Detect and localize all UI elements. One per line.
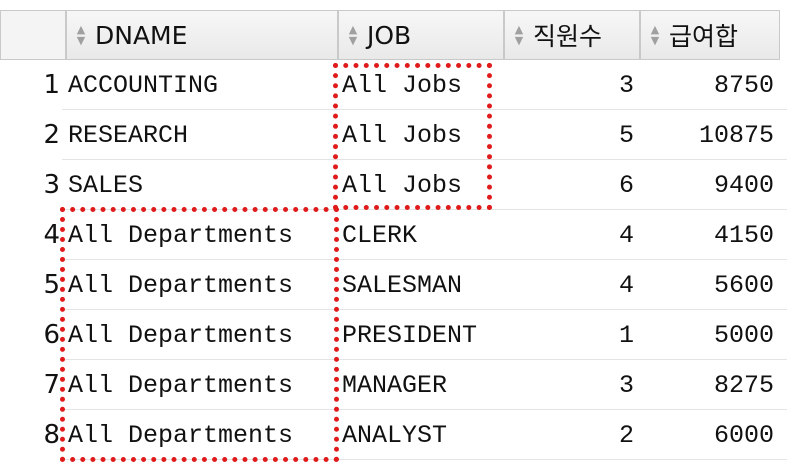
cell-job[interactable]: MANAGER — [342, 360, 502, 410]
table-row[interactable]: 7 All Departments MANAGER 3 8275 — [0, 360, 787, 410]
row-number[interactable]: 2 — [0, 110, 60, 160]
table-row[interactable]: 4 All Departments CLERK 4 4150 — [0, 210, 787, 260]
row-number[interactable]: 7 — [0, 360, 60, 410]
cell-salary-sum[interactable]: 8750 — [642, 60, 774, 110]
cell-salary-sum[interactable]: 5000 — [642, 310, 774, 360]
cell-job[interactable]: All Jobs — [342, 160, 502, 210]
sort-arrows-icon[interactable]: ▲ ▼ — [647, 21, 663, 49]
cell-dname[interactable]: ACCOUNTING — [68, 60, 336, 110]
cell-employee-count[interactable]: 3 — [506, 60, 634, 110]
sort-arrows-icon[interactable]: ▲ ▼ — [345, 21, 361, 49]
cell-employee-count[interactable]: 2 — [506, 410, 634, 460]
cell-dname[interactable]: RESEARCH — [68, 110, 336, 160]
column-header-label: JOB — [367, 20, 412, 50]
table-row[interactable]: 2 RESEARCH All Jobs 5 10875 — [0, 110, 787, 160]
column-header-salary-sum[interactable]: ▲ ▼ 급여합 — [640, 10, 780, 60]
cell-salary-sum[interactable]: 10875 — [642, 110, 774, 160]
cell-salary-sum[interactable]: 9400 — [642, 160, 774, 210]
cell-dname[interactable]: All Departments — [68, 310, 336, 360]
cell-employee-count[interactable]: 3 — [506, 360, 634, 410]
cell-dname[interactable]: All Departments — [68, 260, 336, 310]
cell-job[interactable]: SALESMAN — [342, 260, 502, 310]
cell-salary-sum[interactable]: 8275 — [642, 360, 774, 410]
table-row[interactable]: 1 ACCOUNTING All Jobs 3 8750 — [0, 60, 787, 110]
column-header-label: 직원수 — [533, 22, 603, 51]
cell-employee-count[interactable]: 1 — [506, 310, 634, 360]
cell-job[interactable]: CLERK — [342, 210, 502, 260]
table-row[interactable]: 8 All Departments ANALYST 2 6000 — [0, 410, 787, 460]
cell-employee-count[interactable]: 4 — [506, 210, 634, 260]
cell-dname[interactable]: SALES — [68, 160, 336, 210]
column-header-employee-count[interactable]: ▲ ▼ 직원수 — [504, 10, 640, 60]
row-divider — [62, 459, 787, 460]
grid-header: ▲ ▼ DNAME ▲ ▼ JOB ▲ ▼ 직원수 ▲ ▼ 급여합 — [0, 10, 787, 60]
row-number[interactable]: 5 — [0, 260, 60, 310]
cell-employee-count[interactable]: 5 — [506, 110, 634, 160]
cell-salary-sum[interactable]: 4150 — [642, 210, 774, 260]
row-number[interactable]: 8 — [0, 410, 60, 460]
row-number-header — [0, 10, 66, 60]
row-number[interactable]: 3 — [0, 160, 60, 210]
cell-dname[interactable]: All Departments — [68, 410, 336, 460]
row-number[interactable]: 1 — [0, 60, 60, 110]
table-row[interactable]: 5 All Departments SALESMAN 4 5600 — [0, 260, 787, 310]
cell-salary-sum[interactable]: 5600 — [642, 260, 774, 310]
cell-job[interactable]: PRESIDENT — [342, 310, 502, 360]
cell-job[interactable]: ANALYST — [342, 410, 502, 460]
cell-job[interactable]: All Jobs — [342, 60, 502, 110]
column-header-label: DNAME — [95, 20, 188, 50]
column-header-dname[interactable]: ▲ ▼ DNAME — [66, 10, 338, 60]
cell-job[interactable]: All Jobs — [342, 110, 502, 160]
row-number[interactable]: 6 — [0, 310, 60, 360]
cell-employee-count[interactable]: 4 — [506, 260, 634, 310]
column-header-job[interactable]: ▲ ▼ JOB — [338, 10, 504, 60]
cell-employee-count[interactable]: 6 — [506, 160, 634, 210]
table-row[interactable]: 3 SALES All Jobs 6 9400 — [0, 160, 787, 210]
sort-arrows-icon[interactable]: ▲ ▼ — [511, 21, 527, 49]
cell-dname[interactable]: All Departments — [68, 360, 336, 410]
column-header-label: 급여합 — [669, 22, 739, 51]
sort-arrows-icon[interactable]: ▲ ▼ — [73, 21, 89, 49]
table-row[interactable]: 6 All Departments PRESIDENT 1 5000 — [0, 310, 787, 360]
cell-salary-sum[interactable]: 6000 — [642, 410, 774, 460]
cell-dname[interactable]: All Departments — [68, 210, 336, 260]
row-number[interactable]: 4 — [0, 210, 60, 260]
